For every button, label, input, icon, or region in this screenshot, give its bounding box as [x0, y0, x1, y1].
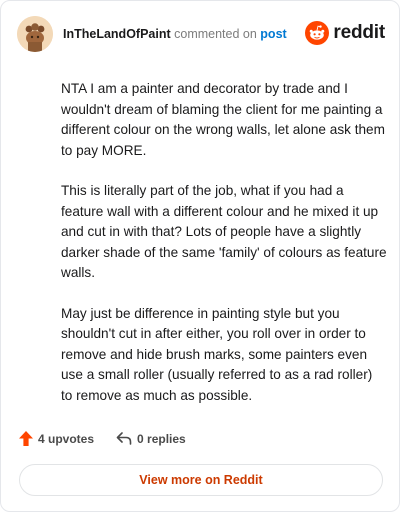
user-avatar[interactable]: [17, 16, 53, 52]
upvote-label: 4 upvotes: [38, 431, 95, 446]
reddit-logo[interactable]: reddit: [305, 21, 385, 45]
username-link[interactable]: InTheLandOfPaint: [63, 27, 171, 41]
comment-attribution: InTheLandOfPaint commented on post: [63, 27, 287, 41]
embedded-comment-card: InTheLandOfPaint commented on post reddi…: [0, 0, 400, 512]
post-link[interactable]: post: [260, 27, 286, 41]
comment-paragraph: NTA I am a painter and decorator by trad…: [61, 81, 385, 158]
action-text: commented on: [174, 27, 257, 41]
snoo-avatar-icon: [17, 16, 53, 52]
upvote-count[interactable]: 4 upvotes: [19, 431, 94, 446]
comment-header: InTheLandOfPaint commented on post reddi…: [17, 16, 385, 52]
upvote-arrow-icon: [19, 431, 33, 446]
reply-label: 0 replies: [137, 431, 186, 446]
comment-body: NTA I am a painter and decorator by trad…: [61, 79, 387, 426]
reply-count[interactable]: 0 replies: [116, 432, 186, 446]
comment-paragraph: This is literally part of the job, what …: [61, 183, 387, 280]
reddit-wordmark: reddit: [333, 22, 385, 43]
comment-paragraph: May just be difference in painting style…: [61, 305, 373, 403]
comment-footer: 4 upvotes 0 replies: [19, 431, 186, 446]
reddit-snoo-icon: [305, 21, 330, 45]
reply-arrow-icon: [116, 432, 132, 445]
view-more-on-reddit-button[interactable]: View more on Reddit: [19, 464, 383, 496]
